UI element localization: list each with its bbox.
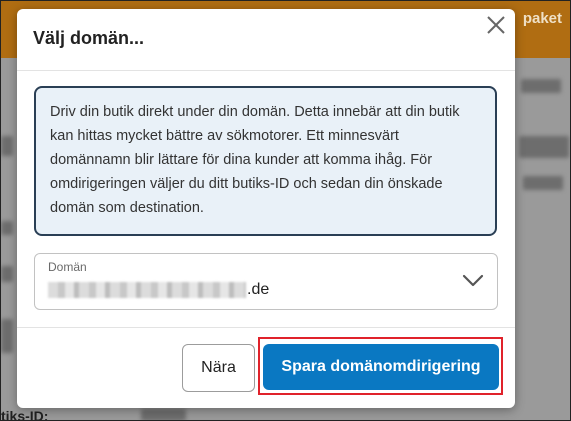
domain-suffix: .de [247,281,270,298]
background-topbar-text: paket [522,10,562,27]
screen: paket tiks-ID: Välj domän... Driv din bu… [0,0,571,421]
save-domain-redirect-button[interactable]: Spara domänomdirigering [263,344,499,390]
domain-select[interactable]: Domän .de [34,253,498,310]
background-blurred-block [519,136,569,158]
background-blurred-block [1,266,13,282]
background-blurred-block [523,176,563,190]
background-blurred-block [1,221,13,235]
modal-title: Välj domän... [33,28,145,48]
close-button[interactable]: Nära [182,344,255,392]
masked-domain-name [48,282,246,298]
background-bottom-text: tiks-ID: [1,408,49,421]
domain-select-label: Domän [48,260,87,274]
domain-modal: Välj domän... Driv din butik direkt unde… [17,9,515,408]
modal-header: Välj domän... [17,9,515,71]
chevron-down-icon[interactable] [461,273,485,289]
close-icon[interactable] [485,14,507,36]
background-blurred-block [1,319,13,353]
modal-footer-divider [17,327,515,328]
background-blurred-block [521,79,561,93]
domain-select-value: .de [48,281,269,299]
background-blurred-block [1,136,13,156]
info-box: Driv din butik direkt under din domän. D… [34,86,497,236]
background-blurred-block [141,409,186,420]
